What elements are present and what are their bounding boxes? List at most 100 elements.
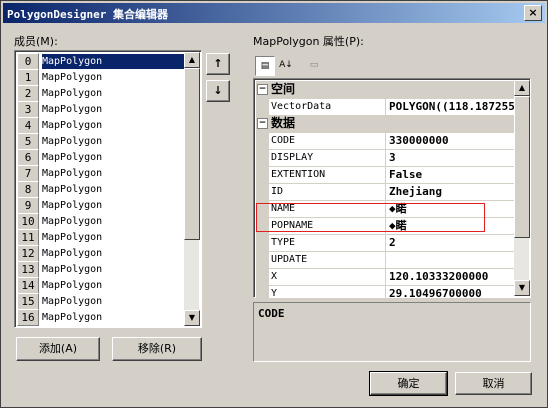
property-value[interactable]: 330000000 xyxy=(389,132,516,149)
member-index: 2 xyxy=(17,85,39,102)
row-gutter xyxy=(256,98,269,115)
property-row[interactable]: ID Zhejiang xyxy=(256,183,516,201)
property-value[interactable]: 120.10333200000 xyxy=(389,268,516,285)
row-gutter xyxy=(256,166,269,183)
property-scrollbar[interactable]: ▲ ▼ xyxy=(514,80,530,296)
list-item[interactable]: 14 MapPolygon xyxy=(17,277,185,294)
row-gutter xyxy=(256,183,269,200)
list-item[interactable]: 8 MapPolygon xyxy=(17,181,185,198)
property-value[interactable]: POLYGON((118.187255 xyxy=(389,98,516,115)
list-item[interactable]: 0 MapPolygon xyxy=(17,53,185,70)
property-row[interactable]: TYPE 2 xyxy=(256,234,516,252)
alphabetical-sort-icon[interactable]: A↓ xyxy=(277,56,295,74)
list-item[interactable]: 11 MapPolygon xyxy=(17,229,185,246)
property-value[interactable]: 2 xyxy=(389,234,516,251)
description-panel: CODE xyxy=(253,302,531,362)
property-row[interactable]: UPDATE xyxy=(256,251,516,269)
member-name: MapPolygon xyxy=(42,264,103,275)
collapse-icon[interactable]: − xyxy=(257,118,268,129)
description-title: CODE xyxy=(258,307,285,320)
close-button[interactable]: × xyxy=(524,5,542,21)
list-item[interactable]: 6 MapPolygon xyxy=(17,149,185,166)
member-name: MapPolygon xyxy=(42,296,103,307)
member-name: MapPolygon xyxy=(42,152,103,163)
row-gutter xyxy=(256,132,269,149)
property-row[interactable]: DISPLAY 3 xyxy=(256,149,516,167)
property-row[interactable]: X 120.10333200000 xyxy=(256,268,516,286)
window-title: PolygonDesigner 集合编辑器 xyxy=(7,8,168,21)
member-index: 11 xyxy=(17,229,39,246)
add-button[interactable]: 添加(A) xyxy=(16,337,100,361)
remove-button[interactable]: 移除(R) xyxy=(112,337,202,361)
properties-toolbar: ▤ A↓ ▭ xyxy=(253,55,529,77)
member-name: MapPolygon xyxy=(42,104,103,115)
members-list[interactable]: 0 MapPolygon 1 MapPolygon 2 MapPolygon 3 MapPol… xyxy=(14,50,202,328)
members-scroll-thumb[interactable] xyxy=(184,68,200,240)
title-bar: PolygonDesigner 集合编辑器 × xyxy=(3,3,545,23)
ok-button[interactable]: 确定 xyxy=(369,371,448,396)
list-item[interactable]: 3 MapPolygon xyxy=(17,101,185,118)
list-item[interactable]: 9 MapPolygon xyxy=(17,197,185,214)
member-index: 1 xyxy=(17,69,39,86)
move-up-button[interactable]: ↑ xyxy=(206,53,230,75)
property-row[interactable]: VectorData POLYGON((118.187255 xyxy=(256,98,516,116)
list-item[interactable]: 2 MapPolygon xyxy=(17,85,185,102)
categorized-view-icon[interactable]: ▤ xyxy=(255,56,275,76)
list-item[interactable]: 7 MapPolygon xyxy=(17,165,185,182)
scroll-up-icon[interactable]: ▲ xyxy=(514,80,530,96)
highlight-box xyxy=(256,203,485,232)
members-scrollbar[interactable]: ▲ ▼ xyxy=(184,52,200,326)
member-index: 9 xyxy=(17,197,39,214)
row-gutter xyxy=(256,285,269,302)
property-value[interactable]: 3 xyxy=(389,149,516,166)
property-name: X xyxy=(271,268,386,285)
list-item[interactable]: 1 MapPolygon xyxy=(17,69,185,86)
member-name: MapPolygon xyxy=(42,232,103,243)
cancel-button[interactable]: 取消 xyxy=(455,372,532,395)
category-label: 数据 xyxy=(271,116,296,130)
row-gutter: − xyxy=(256,81,269,98)
member-name: MapPolygon xyxy=(42,200,103,211)
properties-label: MapPolygon 属性(P): xyxy=(253,35,364,48)
property-name: VectorData xyxy=(271,98,386,115)
member-index: 3 xyxy=(17,101,39,118)
row-gutter xyxy=(256,268,269,285)
list-item[interactable]: 4 MapPolygon xyxy=(17,117,185,134)
list-item[interactable]: 16 MapPolygon xyxy=(17,309,185,326)
member-name: MapPolygon xyxy=(42,312,103,323)
property-row[interactable]: CODE 330000000 xyxy=(256,132,516,150)
property-name: DISPLAY xyxy=(271,149,386,166)
property-scroll-thumb[interactable] xyxy=(514,96,530,238)
member-index: 13 xyxy=(17,261,39,278)
list-item[interactable]: 10 MapPolygon xyxy=(17,213,185,230)
property-value[interactable]: Zhejiang xyxy=(389,183,516,200)
member-index: 0 xyxy=(17,53,39,70)
move-down-button[interactable]: ↓ xyxy=(206,80,230,102)
property-name: TYPE xyxy=(271,234,386,251)
property-row[interactable]: EXTENTION False xyxy=(256,166,516,184)
scroll-down-icon[interactable]: ▼ xyxy=(184,310,200,326)
property-pages-icon[interactable]: ▭ xyxy=(305,56,323,74)
property-value[interactable] xyxy=(389,251,516,268)
category-row[interactable]: − 数据 xyxy=(256,115,516,133)
member-name: MapPolygon xyxy=(42,72,103,83)
member-name: MapPolygon xyxy=(42,184,103,195)
property-name: ID xyxy=(271,183,386,200)
list-item[interactable]: 12 MapPolygon xyxy=(17,245,185,262)
property-row[interactable]: Y 29.10496700000 xyxy=(256,285,516,303)
members-label: 成员(M): xyxy=(14,35,58,48)
member-name: MapPolygon xyxy=(42,168,103,179)
category-row[interactable]: − 空间 xyxy=(256,81,516,99)
collapse-icon[interactable]: − xyxy=(257,84,268,95)
list-item[interactable]: 5 MapPolygon xyxy=(17,133,185,150)
list-item[interactable]: 13 MapPolygon xyxy=(17,261,185,278)
scroll-up-icon[interactable]: ▲ xyxy=(184,52,200,68)
member-name: MapPolygon xyxy=(42,120,103,131)
property-value[interactable]: 29.10496700000 xyxy=(389,285,516,302)
row-gutter xyxy=(256,251,269,268)
member-name: MapPolygon xyxy=(42,280,103,291)
property-value[interactable]: False xyxy=(389,166,516,183)
scroll-down-icon[interactable]: ▼ xyxy=(514,280,530,296)
list-item[interactable]: 15 MapPolygon xyxy=(17,293,185,310)
property-grid[interactable]: − 空间 VectorData POLYGON((118.187255− 数据 CODE 3… xyxy=(253,78,531,303)
